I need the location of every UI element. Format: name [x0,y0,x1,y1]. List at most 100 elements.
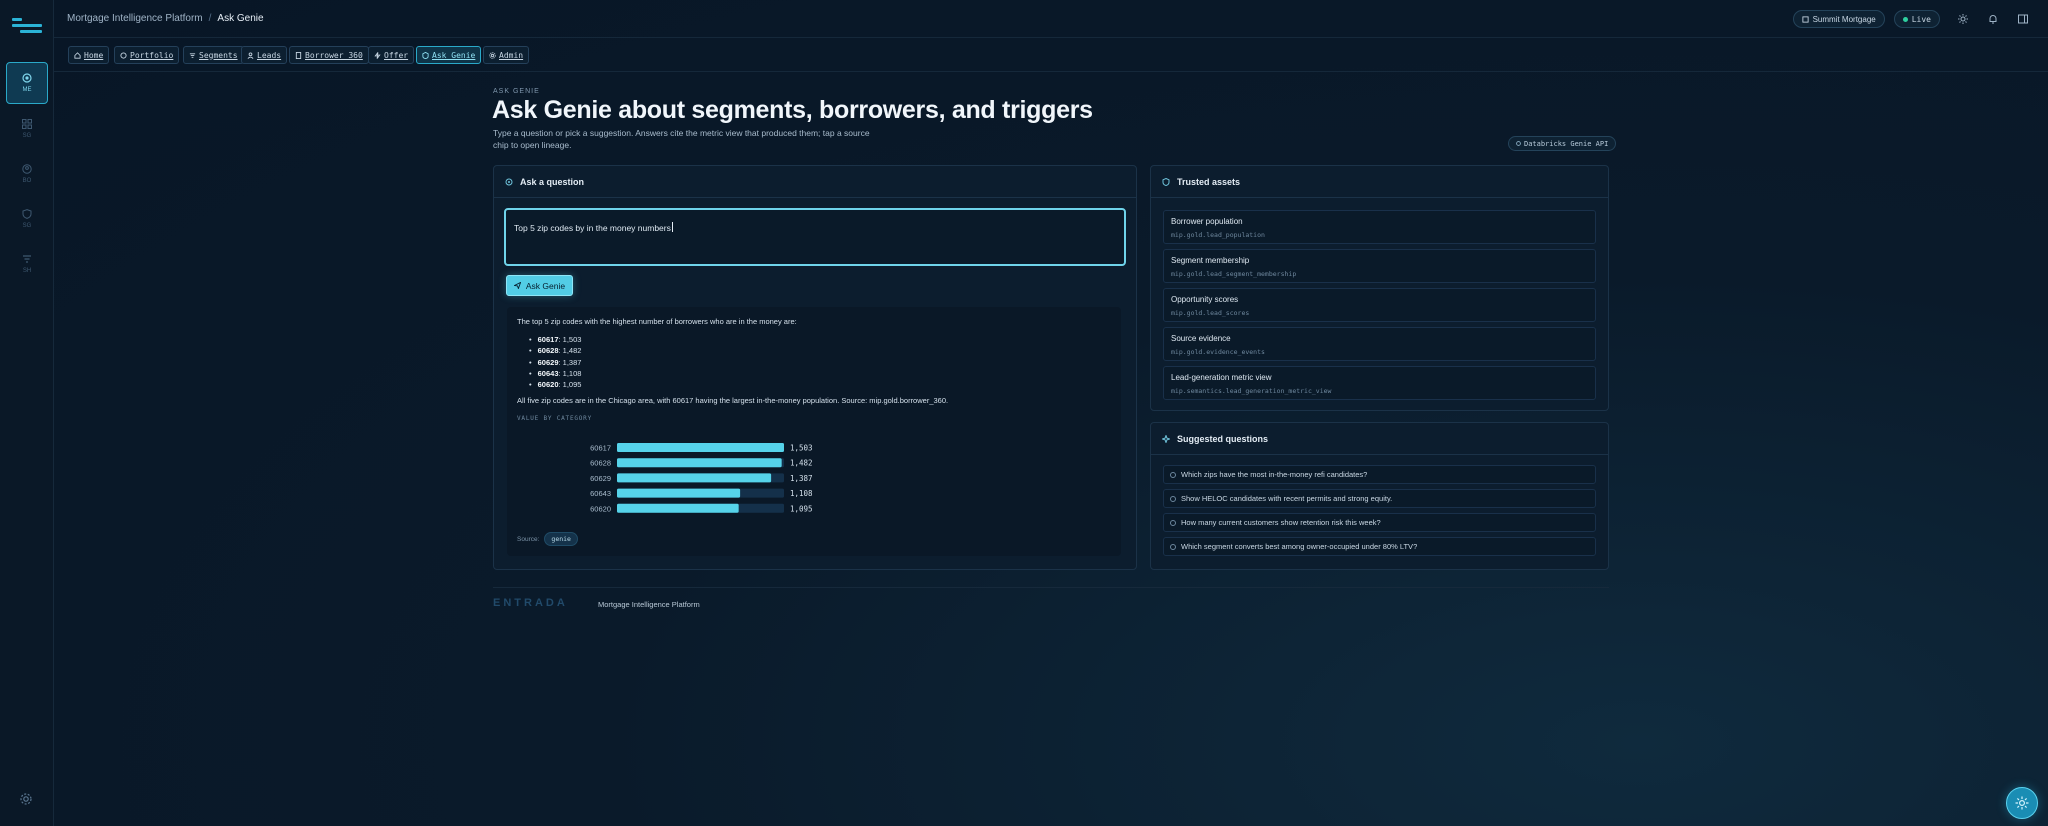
answer-zip: 60643 [537,369,559,379]
asset-item[interactable]: Borrower population mip.gold.lead_popula… [1163,210,1596,244]
portfolio-icon [120,51,127,59]
asset-item[interactable]: Segment membership mip.gold.lead_segment… [1163,249,1596,283]
filter-icon [23,255,31,263]
top-bar: Mortgage Intelligence Platform / Ask Gen… [54,0,2048,38]
asset-item[interactable]: Lead-generation metric view mip.semantic… [1163,366,1596,400]
theme-toggle-button[interactable] [1954,10,1972,28]
text-caret [671,222,673,232]
rail-item-2[interactable]: SG [6,108,48,150]
chart-bar [617,473,772,483]
ask-card-header: Ask a question [494,166,1136,198]
asset-title: Segment membership [1171,256,1250,265]
suggestion-item[interactable]: Which zips have the most in-the-money re… [1163,465,1596,484]
org-switcher[interactable]: Summit Mortgage [1792,10,1885,28]
trusted-assets-title: Trusted assets [1177,176,1241,187]
rail-item-4[interactable]: SG [6,198,48,240]
app-logo[interactable] [12,18,42,40]
footer-brand-logo: ENTRADA [493,597,568,609]
genie-icon [422,51,429,59]
tab-home[interactable]: Home [68,46,110,64]
tab-leads[interactable]: Leads [241,46,288,64]
answer-value: 1,095 [562,380,582,390]
leads-icon [247,51,254,59]
segments-icon [189,52,196,58]
tab-offer[interactable]: Offer [368,46,415,64]
asset-path: mip.semantics.lead_generation_metric_vie… [1171,387,1332,395]
sparkle-burst-icon [2015,796,2029,810]
chart-category-label: 60617 [590,444,611,453]
genie-answer: The top 5 zip codes with the highest num… [507,307,1121,556]
suggestion-text: Show HELOC candidates with recent permit… [1181,494,1393,503]
answer-zip: 60628 [537,346,559,356]
asset-item[interactable]: Opportunity scores mip.gold.lead_scores [1163,288,1596,322]
rail-item-3[interactable]: BO [6,153,48,195]
sidebar-panel-icon [2018,14,2028,24]
tab-segments[interactable]: Segments [183,46,244,64]
tab-label: Borrower 360 [305,50,363,60]
rail-item-5[interactable]: SH [6,243,48,285]
suggestion-text: How many current customers show retentio… [1181,518,1381,527]
ask-genie-button[interactable]: Ask Genie [506,275,573,296]
chart-value-label: 1,387 [790,474,813,483]
ask-card-title: Ask a question [520,176,585,187]
notifications-button[interactable] [1984,10,2002,28]
tab-label: Admin [499,50,524,60]
trusted-assets-header: Trusted assets [1151,166,1608,198]
bolt-icon [374,51,381,59]
tab-label: Home [84,50,104,60]
question-input[interactable]: Top 5 zip codes by in the money numbers [504,208,1126,266]
chart-category-label: 60628 [590,459,611,468]
suggestion-item[interactable]: Which segment converts best among owner-… [1163,537,1596,556]
ask-card: Ask a question Top 5 zip codes by in the… [493,165,1137,570]
chart-bar [617,488,741,498]
gear-icon[interactable] [19,792,33,806]
status-label: Live [1911,14,1931,24]
tab-label: Segments [199,50,238,60]
send-icon [513,282,521,289]
bullet-ring-icon [1170,519,1176,526]
chart-category-label: 60620 [590,504,611,513]
bar-chart: 60617 1,503 60628 1,482 60629 1,387 60643 1,108… [590,443,813,513]
sparkle-icon [1162,434,1170,443]
top-actions: Summit Mortgage Live [1792,9,2032,29]
tab-ask-genie[interactable]: Ask Genie [416,46,482,64]
shield-icon [22,209,32,219]
tab-portfolio[interactable]: Portfolio [114,46,180,64]
tab-label: Portfolio [130,50,174,60]
suggested-questions-card: Suggested questions Which zips have the … [1150,422,1609,570]
api-ring-icon [1516,141,1521,146]
list-item: 60629: 1,387 [529,357,1111,368]
suggestion-item[interactable]: How many current customers show retentio… [1163,513,1596,532]
genie-assistant-button[interactable] [2006,787,2038,819]
asset-path: mip.gold.evidence_events [1171,348,1265,356]
tab-label: Leads [257,50,282,60]
answer-intro: The top 5 zip codes with the highest num… [517,317,797,326]
source-chip[interactable]: genie [544,532,578,546]
answer-list: 60617: 1,503 60628: 1,482 60629: 1,387 6… [529,334,1111,390]
building-icon [1802,15,1809,23]
sun-icon [1958,14,1968,24]
suggestion-item[interactable]: Show HELOC candidates with recent permit… [1163,489,1596,508]
bullet-ring-icon [1170,495,1176,502]
bell-icon [1989,15,1997,24]
suggestion-text: Which zips have the most in-the-money re… [1181,470,1368,479]
answer-value: 1,108 [562,369,582,379]
chart-label: VALUE BY CATEGORY [517,415,593,423]
layout-toggle-button[interactable] [2014,10,2032,28]
tab-admin[interactable]: Admin [483,46,530,64]
breadcrumb-app[interactable]: Mortgage Intelligence Platform [67,13,203,24]
tab-label: Offer [384,50,409,60]
asset-path: mip.gold.lead_population [1171,231,1265,239]
tab-borrower-360[interactable]: Borrower 360 [289,46,369,64]
asset-path: mip.gold.lead_scores [1171,309,1250,317]
list-item: 60620: 1,095 [529,379,1111,390]
rail-item-label: BO [22,178,32,184]
rail-item-1[interactable]: ME [6,62,48,104]
status-badge: Live [1893,10,1940,28]
suggested-questions-header: Suggested questions [1151,423,1608,455]
answer-value: 1,482 [562,346,582,356]
nav-tabs: Home Portfolio Segments Leads Borrower 3… [54,38,2048,72]
chart-value-label: 1,108 [790,489,813,498]
asset-item[interactable]: Source evidence mip.gold.evidence_events [1163,327,1596,361]
list-item: 60643: 1,108 [529,368,1111,379]
